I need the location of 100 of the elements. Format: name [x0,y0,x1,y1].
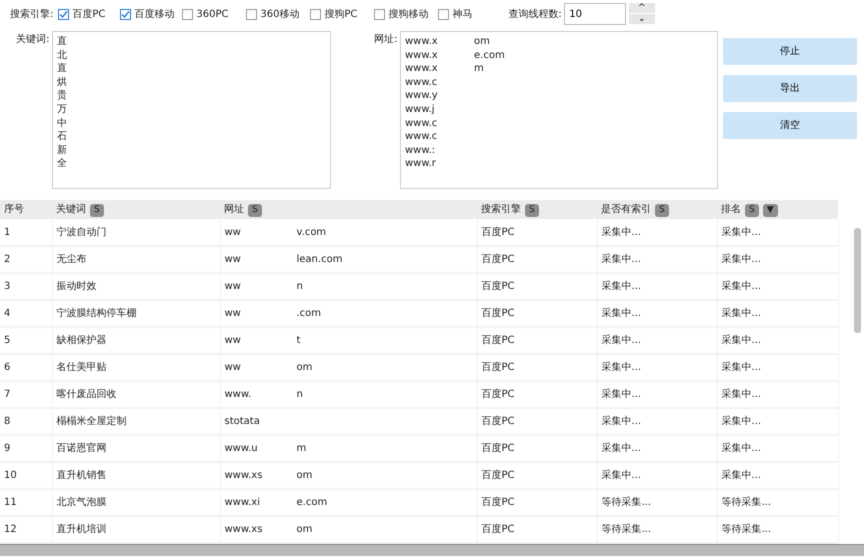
table-cell: 百度PC [482,362,515,373]
table-cell: 名仕美甲贴 [56,362,106,373]
table-cell: 百度PC [482,389,515,400]
table-cell: 等待采集... [722,497,772,508]
engine-checkbox[interactable]: 360PC [182,6,246,22]
filter-button[interactable]: ▼ [762,204,778,217]
url-line-end: e.com [474,48,505,62]
url-cell-start: stotata [224,415,261,429]
threads-label: 查询线程数: [508,8,562,22]
table-cell: 振动时效 [56,281,96,292]
table-cell: 直升机培训 [56,524,106,535]
table-cell: 百度PC [482,335,515,346]
table-cell: 采集中... [602,254,642,265]
table-cell: 10 [4,470,17,481]
url-line-start: www.x [405,35,439,49]
engine-label: 搜索引擎: [10,8,54,22]
url-cell-end: om [296,361,312,375]
table-cell: 采集中... [722,281,762,292]
table-cell: 采集中... [722,416,762,427]
action-button[interactable]: 清空 [723,112,857,139]
table-cell: 百度PC [482,443,515,454]
engine-checkbox[interactable]: 搜狗PC [310,6,374,22]
table-cell: 等待采集... [602,497,652,508]
table-cell: 采集中... [722,470,762,481]
table-cell: 采集中... [602,416,642,427]
column-header: 排名 [721,204,741,215]
url-line-start: www.c [405,116,438,130]
url-cell-end: e.com [296,496,328,510]
engine-checkbox[interactable]: 百度PC [58,6,120,22]
url-line-end: m [474,62,484,76]
engine-checkbox[interactable]: 搜狗移动 [374,6,438,22]
url-line-start: www.c [405,76,438,90]
action-button[interactable]: 停止 [723,38,857,65]
column-header: 是否有索引 [601,204,651,215]
url-line-start: www.: [405,144,436,158]
table-cell: 9 [4,443,10,454]
sort-button[interactable]: S [248,204,262,217]
keyword-line: 新 [57,144,67,156]
url-cell-end: n [296,388,303,402]
table-cell: 百度PC [482,416,515,427]
url-line-end: om [474,35,490,49]
table-cell: 宁波自动门 [56,226,106,238]
scrollbar-thumb[interactable] [854,228,860,333]
keyword-line: 石 [57,131,67,142]
url-cell-end: m [296,442,306,456]
table-cell: 百度PC [482,497,515,508]
table-cell: 缺相保护器 [56,335,106,346]
spin-up-button[interactable]: ^ [628,3,655,13]
url-cell-start: www.xi [224,496,261,510]
table-cell: 采集中... [722,226,762,238]
url-cell-start: ww [224,361,242,375]
keyword-line: 万 [57,104,67,115]
url-cell-start: www.u [224,442,259,456]
sort-button[interactable]: S [655,204,669,217]
table-cell: 7 [4,389,10,400]
url-line-start: www.x [405,48,439,62]
keyword-line: 直 [57,36,67,47]
sort-button[interactable]: S [745,204,759,217]
url-line-start: www.y [405,89,439,103]
table-cell: 2 [4,254,10,265]
url-cell-end: v.com [296,226,326,240]
engine-checkbox[interactable]: 百度移动 [120,6,182,22]
action-button[interactable]: 导出 [723,75,857,102]
table-cell: 百度PC [482,226,515,238]
table-cell: 百诺恩官网 [56,443,106,454]
table-cell: 采集中... [722,362,762,373]
table-cell: 采集中... [602,443,642,454]
column-header: 网址 [224,204,244,215]
url-cell-start: ww [224,334,242,348]
url-line-start: www.x [405,62,439,76]
table-cell: 宁波膜结构停车棚 [56,308,136,319]
engine-checkbox[interactable]: 神马 [438,6,494,22]
table-cell: 采集中... [602,362,642,373]
url-cell-start: www.xs [224,469,264,483]
table-cell: 采集中... [602,470,642,481]
keyword-line: 贵 [57,90,67,102]
table-cell: 百度PC [482,308,515,319]
table-cell: 喀什废品回收 [56,389,116,400]
url-cell-end: om [296,469,312,483]
engine-checkbox[interactable]: 360移动 [246,6,310,22]
sort-button[interactable]: S [90,204,104,217]
table-cell: 榻榻米全屋定制 [56,416,126,427]
keyword-line: 北 [57,50,67,61]
keywords-textarea[interactable]: 直 北 直 烘 贵 万 中 石 新 全 [52,31,331,189]
table-cell: 百度PC [482,281,515,292]
threads-field[interactable]: 10 [564,3,626,25]
urls-textarea[interactable]: www.x om www.x e.com www.x m www.c www.y www.j www.c www.c www.: www.r [400,31,718,189]
sort-button[interactable]: S [525,204,539,217]
table-cell: 采集中... [602,335,642,346]
table-cell: 采集中... [602,389,642,400]
table-cell: 6 [4,362,10,373]
url-label: 网址: [374,34,398,45]
table-cell: 等待采集... [722,524,772,535]
table-cell: 采集中... [722,335,762,346]
table-cell: 12 [4,524,17,535]
check-icon [59,10,68,18]
table-cell: 3 [4,281,10,292]
url-cell-start: ww [224,253,242,267]
spin-down-button[interactable]: ⌄ [628,14,655,24]
table-cell: 直升机销售 [56,470,106,481]
